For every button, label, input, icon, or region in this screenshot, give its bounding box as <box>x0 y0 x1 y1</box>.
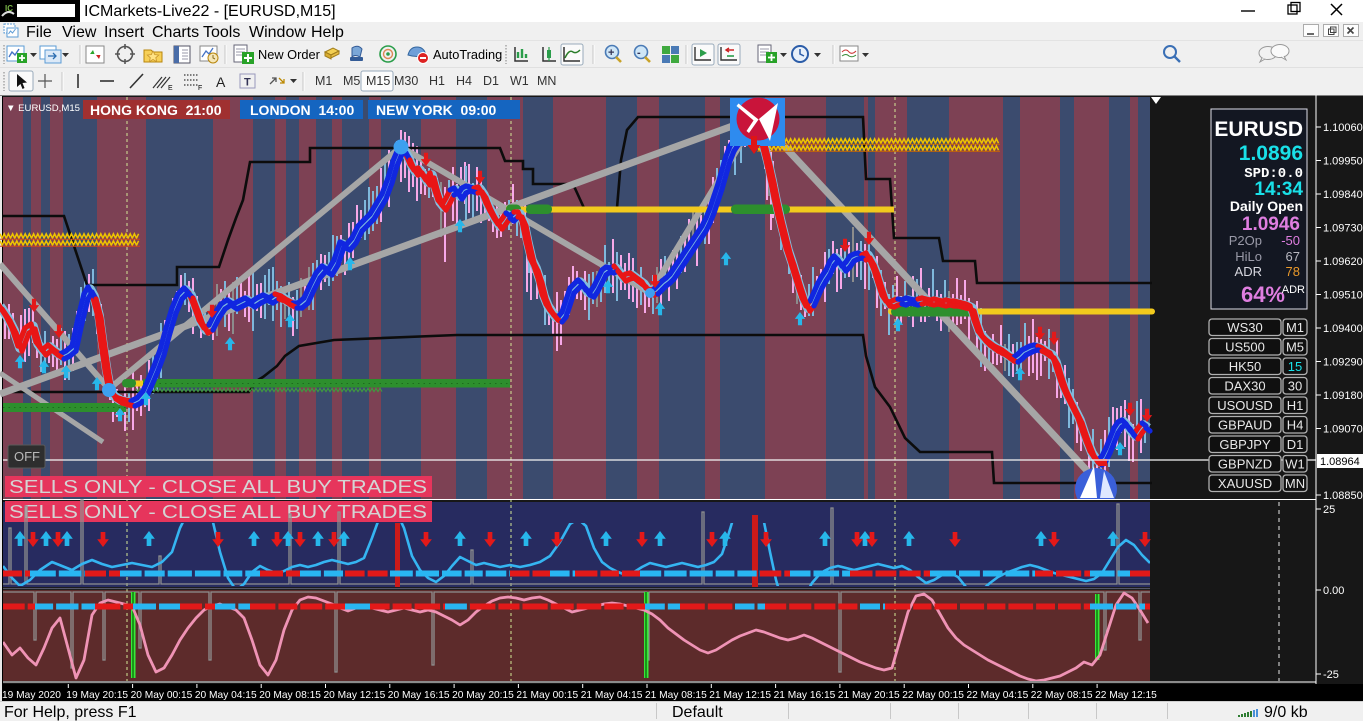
svg-text:A: A <box>216 74 226 90</box>
svg-text:30: 30 <box>1288 379 1302 394</box>
svg-text:H4: H4 <box>1287 418 1304 433</box>
svg-text:1.09730: 1.09730 <box>1323 223 1363 235</box>
svg-text:1.0896: 1.0896 <box>1239 142 1303 165</box>
svg-text:GBPNZD: GBPNZD <box>1218 457 1272 472</box>
svg-text:20 May 16:15: 20 May 16:15 <box>388 690 450 701</box>
svg-text:1.08964: 1.08964 <box>1320 456 1360 468</box>
svg-text:H1: H1 <box>429 74 445 88</box>
svg-text:W1: W1 <box>1285 457 1305 472</box>
svg-text:1.09400: 1.09400 <box>1323 323 1363 335</box>
svg-text:WS30: WS30 <box>1227 320 1262 335</box>
svg-text:T: T <box>244 77 251 89</box>
svg-text:DAX30: DAX30 <box>1224 379 1265 394</box>
svg-text:F: F <box>198 85 202 92</box>
svg-text:21 May 12:15: 21 May 12:15 <box>709 690 771 701</box>
svg-text:1.10060: 1.10060 <box>1323 122 1363 134</box>
svg-text:▼ EURUSD,M15: ▼ EURUSD,M15 <box>6 103 80 114</box>
svg-text:20 May 00:15: 20 May 00:15 <box>131 690 193 701</box>
svg-text:20 May 12:15: 20 May 12:15 <box>324 690 386 701</box>
svg-text:-25: -25 <box>1323 669 1339 681</box>
svg-text:1.0946: 1.0946 <box>1242 214 1300 235</box>
svg-text:P2Op: P2Op <box>1229 233 1262 248</box>
svg-text:ADR: ADR <box>1235 264 1262 279</box>
svg-text:US500: US500 <box>1225 340 1265 355</box>
svg-text:M1: M1 <box>1286 320 1304 335</box>
svg-text:GBPJPY: GBPJPY <box>1219 437 1271 452</box>
svg-text:21 May 20:15: 21 May 20:15 <box>838 690 900 701</box>
svg-text:W1: W1 <box>510 74 529 88</box>
svg-text:1.09070: 1.09070 <box>1323 424 1363 436</box>
svg-text:67: 67 <box>1286 249 1300 264</box>
svg-text:78: 78 <box>1286 264 1300 279</box>
svg-text:ADR: ADR <box>1282 284 1305 296</box>
svg-text:HiLo: HiLo <box>1235 249 1262 264</box>
svg-text:XAUUSD: XAUUSD <box>1218 476 1272 491</box>
svg-text:19 May 2020: 19 May 2020 <box>2 690 61 701</box>
svg-text:D1: D1 <box>483 74 499 88</box>
svg-text:LONDON 14:00: LONDON 14:00 <box>250 102 354 118</box>
svg-text:SELLS ONLY - CLOSE ALL BUY TRA: SELLS ONLY - CLOSE ALL BUY TRADES <box>9 501 427 522</box>
svg-text:21 May 16:15: 21 May 16:15 <box>774 690 836 701</box>
svg-text:USOUSD: USOUSD <box>1217 398 1273 413</box>
svg-text:20 May 20:15: 20 May 20:15 <box>452 690 514 701</box>
svg-text:25: 25 <box>1323 504 1335 516</box>
svg-text:AutoTrading: AutoTrading <box>433 47 502 62</box>
svg-text:20 May 04:15: 20 May 04:15 <box>195 690 257 701</box>
svg-text:1.09510: 1.09510 <box>1323 290 1363 302</box>
svg-text:NEW YORK 09:00: NEW YORK 09:00 <box>376 102 497 118</box>
svg-text:-50: -50 <box>1281 233 1300 248</box>
svg-text:EURUSD: EURUSD <box>1214 118 1303 141</box>
svg-text:-: - <box>637 47 641 59</box>
svg-text:Daily Open: Daily Open <box>1230 198 1303 214</box>
svg-text:22 May 08:15: 22 May 08:15 <box>1031 690 1093 701</box>
svg-text:+: + <box>608 47 614 59</box>
svg-text:21 May 04:15: 21 May 04:15 <box>581 690 643 701</box>
svg-text:MN: MN <box>1285 476 1305 491</box>
svg-text:22 May 12:15: 22 May 12:15 <box>1095 690 1157 701</box>
svg-text:1.08850: 1.08850 <box>1323 490 1363 502</box>
svg-text:1.09290: 1.09290 <box>1323 357 1363 369</box>
svg-text:64%: 64% <box>1241 282 1285 307</box>
svg-text:0.00: 0.00 <box>1323 585 1344 597</box>
svg-text:M5: M5 <box>1286 340 1304 355</box>
svg-text:1.09180: 1.09180 <box>1323 390 1363 402</box>
svg-text:GBPAUD: GBPAUD <box>1218 418 1272 433</box>
svg-text:20 May 08:15: 20 May 08:15 <box>259 690 321 701</box>
svg-text:HK50: HK50 <box>1229 359 1262 374</box>
svg-text:M30: M30 <box>394 74 418 88</box>
svg-text:New Order: New Order <box>258 47 321 62</box>
svg-text:HONG KONG 21:00: HONG KONG 21:00 <box>90 102 222 118</box>
svg-text:H4: H4 <box>456 74 472 88</box>
svg-text:1.09950: 1.09950 <box>1323 156 1363 168</box>
svg-text:14:34: 14:34 <box>1254 179 1303 200</box>
svg-text:21 May 00:15: 21 May 00:15 <box>516 690 578 701</box>
svg-text:M1: M1 <box>315 74 332 88</box>
svg-text:MN: MN <box>537 74 556 88</box>
svg-text:OFF: OFF <box>14 449 40 464</box>
svg-text:M5: M5 <box>343 74 360 88</box>
svg-text:E: E <box>168 85 173 92</box>
svg-text:15: 15 <box>1288 359 1302 374</box>
svg-text:19 May 20:15: 19 May 20:15 <box>66 690 128 701</box>
svg-text:22 May 00:15: 22 May 00:15 <box>902 690 964 701</box>
svg-text:M15: M15 <box>366 74 390 88</box>
svg-text:SELLS ONLY - CLOSE ALL BUY TRA: SELLS ONLY - CLOSE ALL BUY TRADES <box>9 476 427 497</box>
svg-text:H1: H1 <box>1287 398 1304 413</box>
svg-text:D1: D1 <box>1287 437 1304 452</box>
svg-text:1.09620: 1.09620 <box>1323 256 1363 268</box>
svg-text:1.09840: 1.09840 <box>1323 189 1363 201</box>
svg-text:21 May 08:15: 21 May 08:15 <box>645 690 707 701</box>
svg-text:22 May 04:15: 22 May 04:15 <box>967 690 1029 701</box>
